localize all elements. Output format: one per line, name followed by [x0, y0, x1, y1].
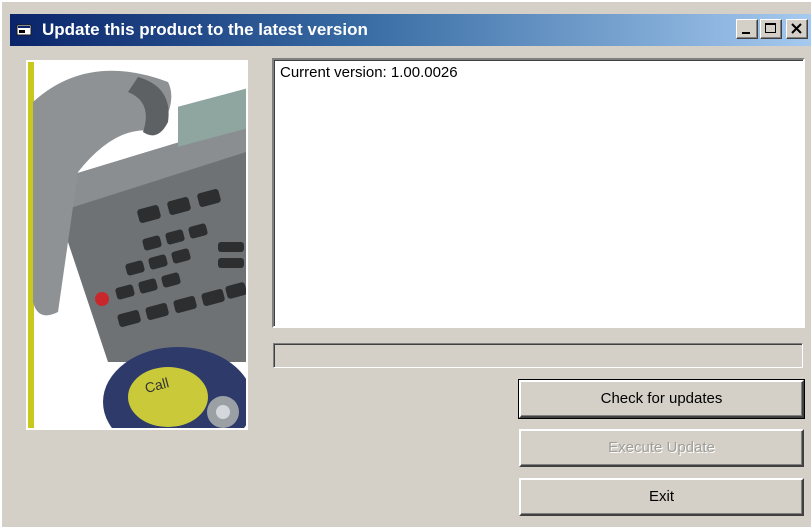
app-window-icon — [16, 22, 34, 38]
exit-button[interactable]: Exit — [519, 478, 804, 516]
window-title: Update this product to the latest versio… — [42, 20, 368, 39]
title-bar[interactable]: Update this product to the latest versio… — [10, 14, 811, 46]
execute-update-button[interactable]: Execute Update — [519, 429, 804, 467]
check-for-updates-button[interactable]: Check for updates — [518, 379, 805, 419]
maximize-button[interactable] — [760, 19, 782, 39]
product-image: Call — [26, 60, 248, 430]
minimize-button[interactable] — [736, 19, 758, 39]
update-dialog: Update this product to the latest versio… — [0, 0, 811, 527]
version-info-textbox[interactable]: Current version: 1.00.0026 — [272, 58, 805, 328]
close-button[interactable] — [786, 19, 808, 39]
maximize-icon — [765, 23, 776, 33]
minimize-icon — [742, 32, 750, 34]
current-version-text: Current version: 1.00.0026 — [280, 64, 458, 81]
update-progress-bar — [273, 343, 803, 368]
close-icon — [791, 23, 802, 34]
